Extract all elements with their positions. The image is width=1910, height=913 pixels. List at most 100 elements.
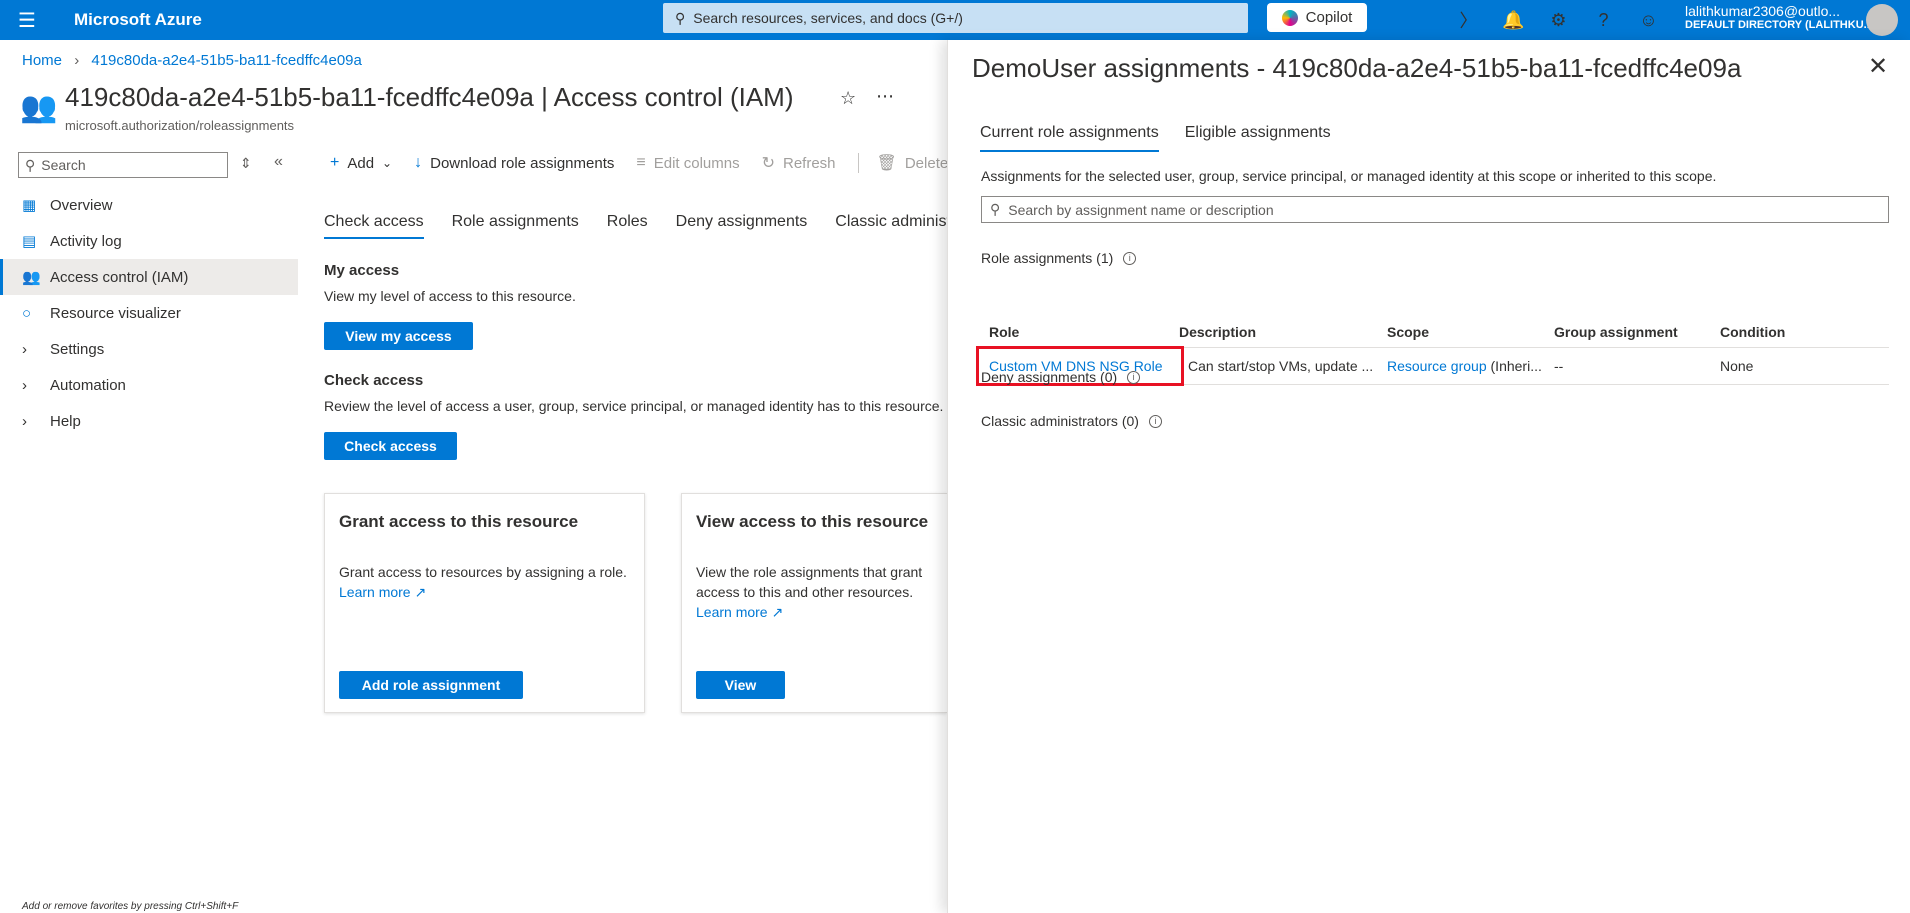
refresh-label: Refresh bbox=[783, 154, 836, 172]
role-assignments-section: Role assignments (1) i bbox=[981, 250, 1137, 266]
favorites-hint: Add or remove favorites by pressing Ctrl… bbox=[22, 901, 239, 912]
add-label: Add bbox=[347, 154, 375, 172]
breadcrumb-home[interactable]: Home bbox=[22, 52, 62, 69]
classic-administrators-label: Classic administrators (0) bbox=[981, 413, 1139, 429]
check-access-button[interactable]: Check access bbox=[324, 432, 457, 460]
tab-roles[interactable]: Roles bbox=[607, 213, 648, 239]
favorite-star-icon[interactable]: ☆ bbox=[840, 88, 856, 109]
search-icon: ⚲ bbox=[990, 201, 1001, 217]
cloud-shell-icon[interactable]: 〉 bbox=[1446, 7, 1491, 33]
check-access-text: Review the level of access a user, group… bbox=[324, 398, 944, 414]
table-header: Role Description Scope Group assignment … bbox=[981, 316, 1889, 348]
info-icon[interactable]: i bbox=[1148, 414, 1162, 428]
tab-eligible-assignments[interactable]: Eligible assignments bbox=[1185, 124, 1331, 152]
panel-tabs: Current role assignments Eligible assign… bbox=[980, 124, 1357, 152]
sidebar-item-label: Help bbox=[50, 412, 81, 430]
delete-label: Delete bbox=[904, 154, 949, 172]
columns-icon: ≡ bbox=[636, 154, 646, 171]
sidebar-item-settings[interactable]: › Settings bbox=[0, 331, 298, 367]
info-icon[interactable]: i bbox=[1123, 251, 1137, 265]
sidebar-item-help[interactable]: › Help bbox=[0, 403, 298, 439]
chevron-right-icon: › bbox=[22, 340, 27, 358]
page-title-separator: | bbox=[533, 82, 554, 112]
assignments-panel: DemoUser assignments - 419c80da-a2e4-51b… bbox=[947, 40, 1910, 913]
view-button[interactable]: View bbox=[696, 671, 785, 699]
view-card-text: View the role assignments that grant acc… bbox=[696, 564, 923, 600]
more-options-icon[interactable]: ⋯ bbox=[876, 86, 894, 107]
view-my-access-button[interactable]: View my access bbox=[324, 322, 473, 350]
refresh-icon: ↻ bbox=[761, 155, 775, 172]
column-header-condition: Condition bbox=[1720, 323, 1786, 340]
tab-deny-assignments[interactable]: Deny assignments bbox=[676, 213, 808, 239]
page-title-section: Access control (IAM) bbox=[553, 82, 794, 112]
feedback-icon[interactable]: ☺ bbox=[1626, 10, 1671, 31]
tab-current-role-assignments[interactable]: Current role assignments bbox=[980, 124, 1159, 152]
sidebar-search-input[interactable]: ⚲ Search bbox=[18, 152, 228, 178]
refresh-button[interactable]: ↻ Refresh bbox=[762, 153, 836, 173]
activity-log-icon: ▤ bbox=[22, 233, 37, 250]
tab-role-assignments[interactable]: Role assignments bbox=[452, 213, 579, 239]
settings-gear-icon[interactable]: ⚙ bbox=[1536, 10, 1581, 31]
sidebar-item-overview[interactable]: ▦ Overview bbox=[0, 187, 298, 223]
role-assignments-label: Role assignments (1) bbox=[981, 250, 1114, 266]
sidebar-item-label: Activity log bbox=[50, 232, 122, 250]
add-button[interactable]: + Add ⌄ bbox=[330, 154, 392, 172]
search-icon: ⚲ bbox=[25, 156, 36, 173]
sidebar-item-label: Automation bbox=[50, 376, 126, 394]
sidebar-item-resource-visualizer[interactable]: ○ Resource visualizer bbox=[0, 295, 298, 331]
download-button[interactable]: ↓ Download role assignments bbox=[414, 154, 614, 172]
page-title: 419c80da-a2e4-51b5-ba11-fcedffc4e09a | A… bbox=[65, 82, 793, 113]
info-icon[interactable]: i bbox=[1127, 370, 1141, 384]
edit-columns-button[interactable]: ≡ Edit columns bbox=[636, 154, 739, 172]
visualizer-icon: ○ bbox=[22, 304, 32, 322]
menu-icon[interactable]: ☰ bbox=[0, 8, 54, 33]
expand-collapse-icon[interactable]: ⇕ bbox=[240, 155, 252, 172]
panel-description: Assignments for the selected user, group… bbox=[981, 168, 1717, 184]
notifications-icon[interactable]: 🔔 bbox=[1491, 10, 1536, 31]
sidebar-item-label: Resource visualizer bbox=[50, 304, 181, 322]
account-name: lalithkumar2306@outlo... bbox=[1685, 3, 1841, 19]
assignment-search-input[interactable]: ⚲ Search by assignment name or descripti… bbox=[981, 196, 1889, 223]
account-menu[interactable]: lalithkumar2306@outlo... DEFAULT DIRECTO… bbox=[1685, 3, 1873, 31]
tab-check-access[interactable]: Check access bbox=[324, 213, 424, 239]
download-icon: ↓ bbox=[414, 154, 423, 171]
iam-tabs: Check access Role assignments Roles Deny… bbox=[324, 213, 1020, 239]
breadcrumb-current[interactable]: 419c80da-a2e4-51b5-ba11-fcedffc4e09a bbox=[91, 52, 362, 69]
sidebar-nav: ▦ Overview ▤ Activity log 👥 Access control … bbox=[0, 187, 298, 439]
trash-icon: 🗑 bbox=[876, 155, 897, 172]
sidebar-item-automation[interactable]: › Automation bbox=[0, 367, 298, 403]
global-search-input[interactable]: ⚲ Search resources, services, and docs (… bbox=[663, 3, 1248, 33]
deny-assignments-label: Deny assignments (0) bbox=[981, 369, 1118, 385]
my-access-heading: My access bbox=[324, 262, 400, 279]
download-label: Download role assignments bbox=[430, 154, 615, 172]
avatar[interactable] bbox=[1866, 4, 1898, 36]
panel-title: DemoUser assignments - 419c80da-a2e4-51b… bbox=[972, 53, 1742, 83]
delete-button[interactable]: 🗑 Delete bbox=[877, 153, 949, 173]
my-access-text: View my level of access to this resource… bbox=[324, 288, 576, 304]
column-header-group-assignment: Group assignment bbox=[1554, 323, 1678, 340]
group-assignment-cell: -- bbox=[1554, 358, 1564, 374]
toolbar-divider bbox=[857, 153, 859, 173]
search-icon: ⚲ bbox=[675, 9, 686, 26]
scope-cell: Resource group (Inheri... bbox=[1387, 358, 1554, 374]
command-toolbar: + Add ⌄ ↓ Download role assignments ≡ Edit c… bbox=[330, 153, 970, 173]
page-title-resource: 419c80da-a2e4-51b5-ba11-fcedffc4e09a bbox=[65, 82, 534, 112]
scope-link[interactable]: Resource group bbox=[1387, 358, 1487, 374]
brand-name[interactable]: Microsoft Azure bbox=[74, 10, 202, 30]
view-card-title: View access to this resource bbox=[696, 512, 929, 531]
sidebar-item-access-control[interactable]: 👥 Access control (IAM) bbox=[0, 259, 298, 295]
column-header-role: Role bbox=[989, 323, 1020, 340]
classic-administrators-section: Classic administrators (0) i bbox=[981, 413, 1162, 429]
sidebar-item-activity-log[interactable]: ▤ Activity log bbox=[0, 223, 298, 259]
collapse-sidebar-icon[interactable]: « bbox=[274, 153, 283, 171]
sidebar-item-label: Settings bbox=[50, 340, 105, 358]
add-role-assignment-button[interactable]: Add role assignment bbox=[339, 671, 523, 699]
grant-learn-more-link[interactable]: Learn more bbox=[339, 584, 411, 600]
close-icon[interactable]: ✕ bbox=[1868, 52, 1888, 81]
copilot-button[interactable]: Copilot bbox=[1267, 3, 1367, 32]
copilot-icon bbox=[1281, 9, 1298, 26]
edit-columns-label: Edit columns bbox=[653, 154, 740, 172]
help-icon[interactable]: ? bbox=[1581, 10, 1626, 31]
view-learn-more-link[interactable]: Learn more bbox=[696, 604, 768, 620]
users-icon: 👥 bbox=[20, 91, 58, 124]
